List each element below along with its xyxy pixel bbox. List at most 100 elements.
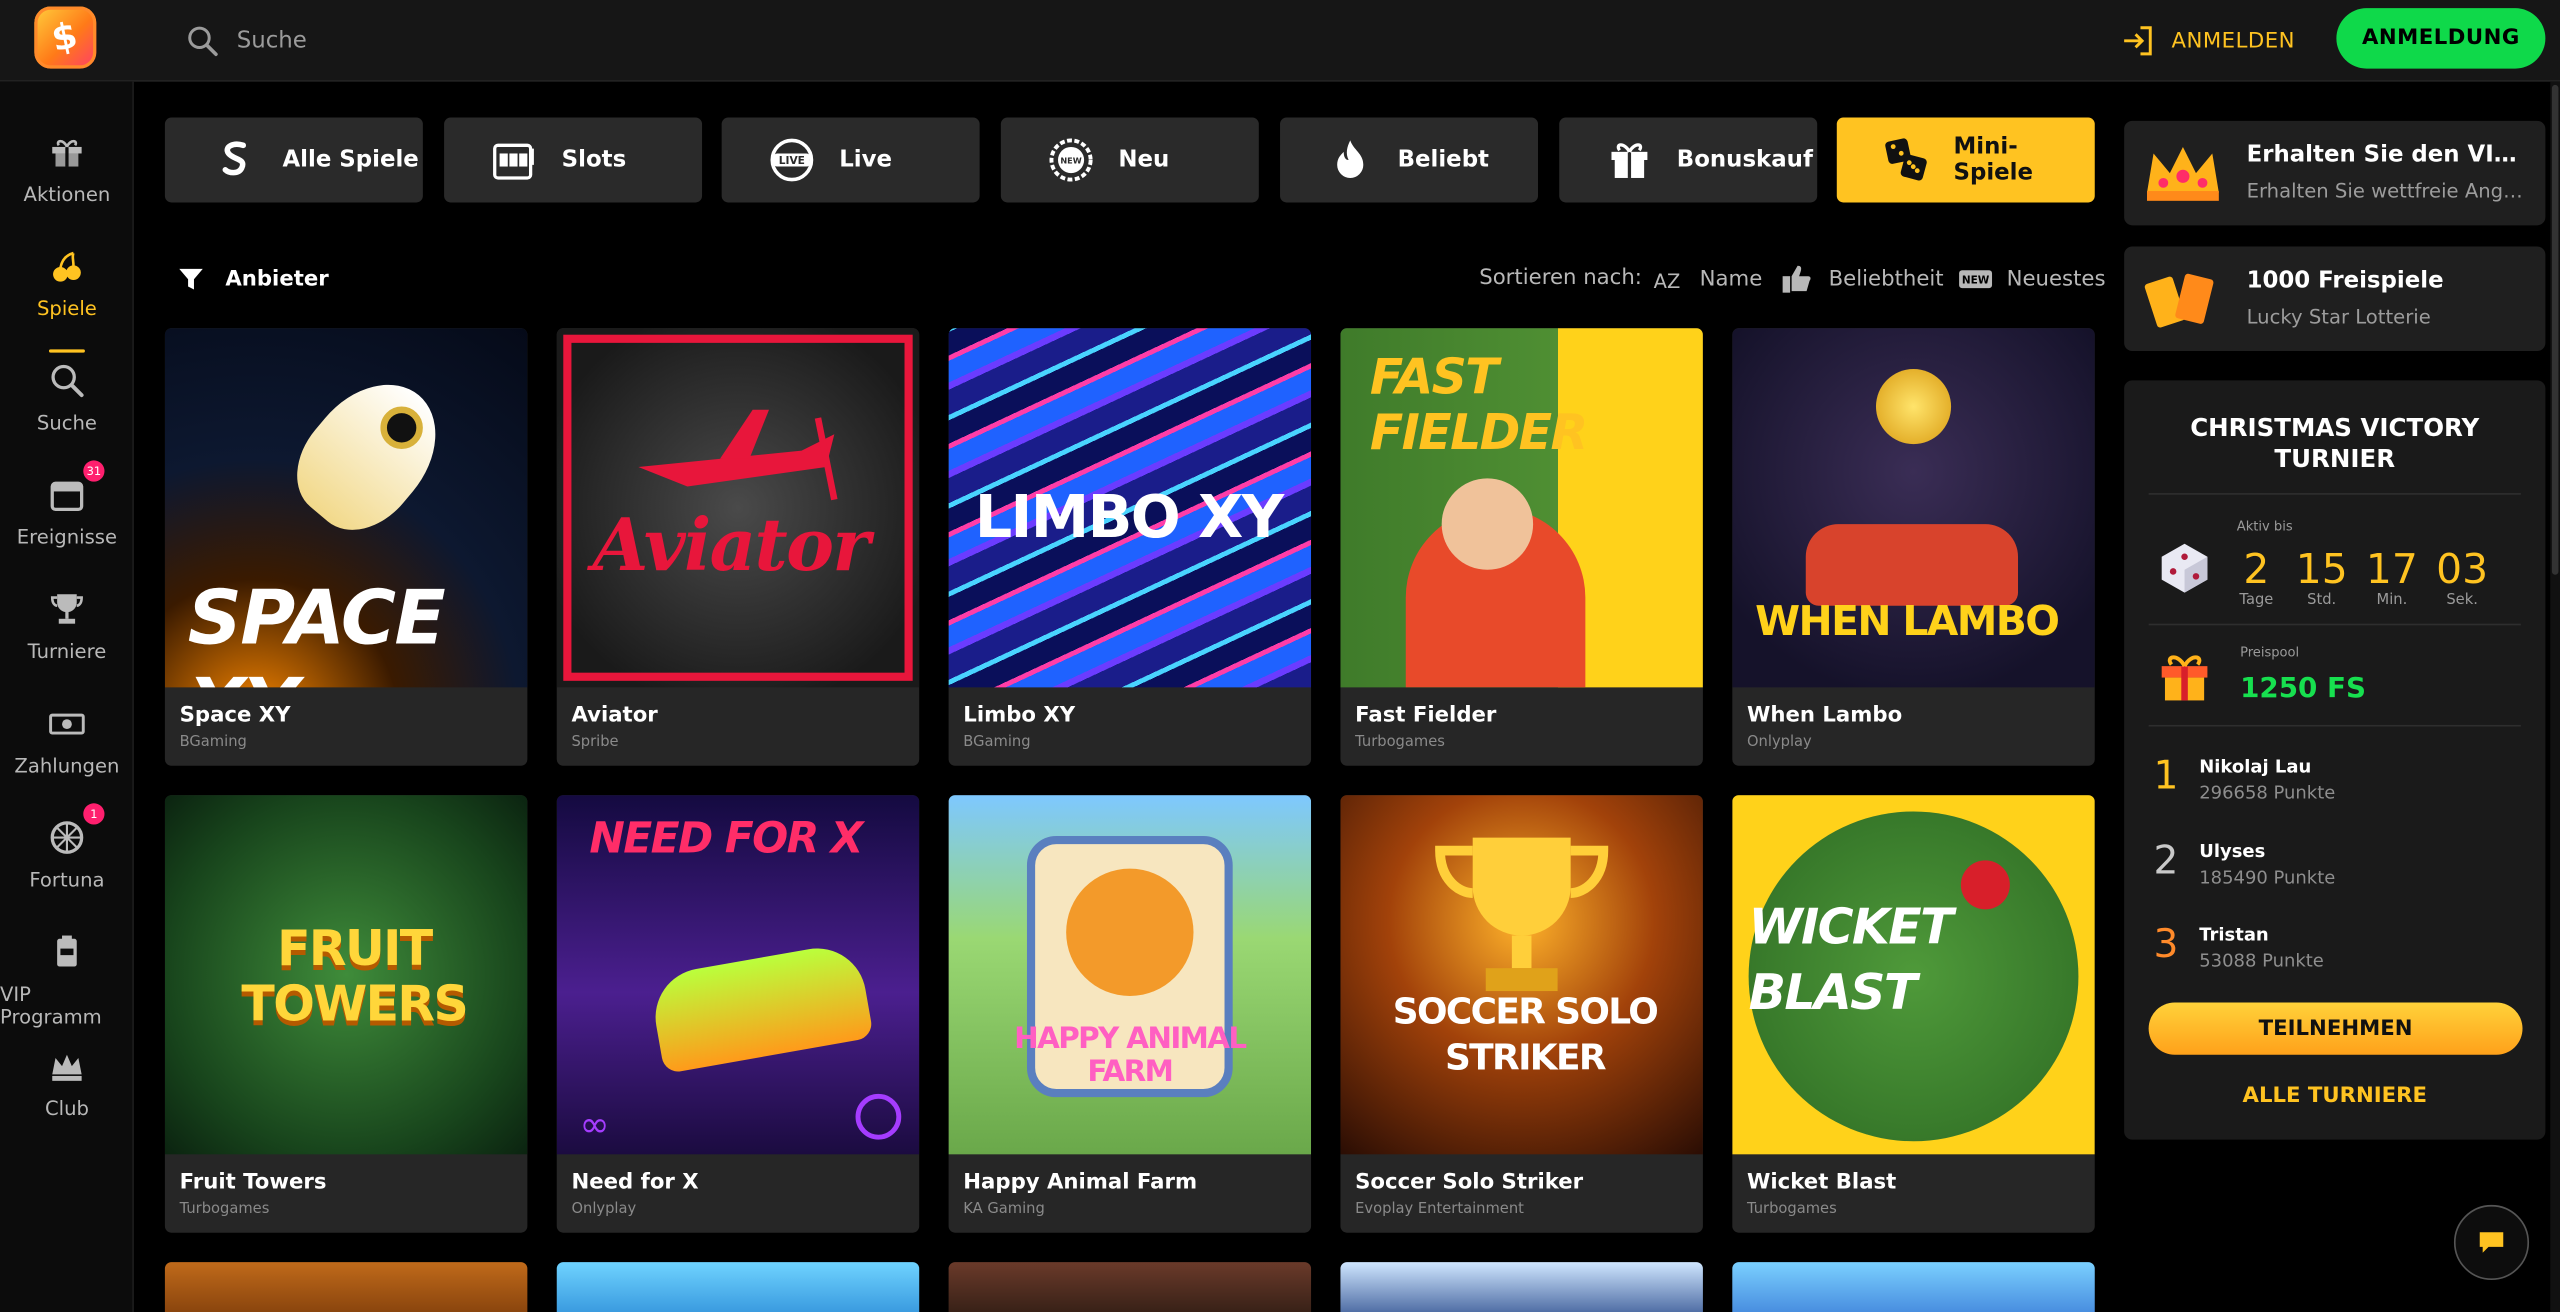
game-card-soccer-solo-striker[interactable]: SOCCER SOLO STRIKER Soccer Solo Striker … [1340,795,1703,1233]
game-art-title: FAST FIELDER [1369,349,1588,463]
chat-button[interactable] [2453,1204,2530,1281]
sort-by-popularity[interactable]: Beliebtheit [1780,261,1944,297]
sidebar-item-label: Fortuna [29,868,105,892]
game-card-aviator[interactable]: Aviator Aviator Spribe [556,328,920,766]
promo-title: 1000 Freispiele [2246,267,2444,294]
tab-bonuskauf[interactable]: Bonuskauf [1559,117,1818,203]
sort-az-icon: AZ [1654,270,1681,293]
svg-text:NEW: NEW [1060,155,1081,165]
provider-filter[interactable]: Anbieter [176,264,329,293]
tab-beliebt[interactable]: Beliebt [1280,117,1539,203]
game-card-partial[interactable] [1340,1262,1703,1312]
tournament-panel: CHRISTMAS VICTORY TURNIER Aktiv bis 2 Tag… [2124,380,2546,1140]
countdown-minutes: 17 Min. [2365,545,2418,609]
sidebar-item-label: VIP Programm [0,982,102,1029]
game-name: Wicket Blast [1746,1170,1897,1196]
cherries-icon [53,251,81,282]
car-shape [647,940,874,1075]
tab-mini-spiele[interactable]: Mini-Spiele [1836,117,2095,203]
tiger-head [1066,868,1194,996]
game-card-need-for-x[interactable]: NEED FOR X ∞ Need for X Onlyplay [556,795,920,1233]
sidebar-item-suche[interactable]: Suche [0,359,134,457]
game-name: Limbo XY [963,703,1076,729]
rank-number: 2 [2153,837,2179,884]
sidebar-item-turniere[interactable]: Turniere [0,588,134,686]
promo-subtitle: Lucky Star Lotterie [2246,305,2431,329]
divider [2148,724,2521,727]
join-tournament-button[interactable]: TEILNEHMEN [2148,1002,2523,1055]
game-art-title: WHEN LAMBO [1755,597,2060,645]
sort-by-newest[interactable]: NEW Neuestes [1958,261,2106,297]
fire-icon [1337,140,1364,178]
tab-alle-spiele[interactable]: Alle Spiele [164,117,423,203]
sidebar-item-zahlungen[interactable]: Zahlungen [0,702,134,800]
rocket-shape [275,358,463,551]
sidebar-item-label: Club [44,1097,89,1121]
site-logo[interactable]: $ [34,6,97,69]
player-name: Tristan [2199,924,2269,946]
game-provider: BGaming [179,734,247,752]
game-art-title: NEED FOR X [589,814,863,864]
game-card-partial[interactable] [556,1262,920,1312]
game-card-fast-fielder[interactable]: FAST FIELDER Fast Fielder Turbogames [1340,328,1703,766]
login-label: ANMELDEN [2171,28,2295,54]
game-card-space-xy[interactable]: SPACE XY Space XY BGaming [164,328,528,766]
tab-label: Live [839,146,893,174]
sidebar-item-ereignisse[interactable]: 31 Ereignisse [0,460,134,571]
sidebar-item-label: Spiele [36,297,97,321]
sidebar-item-fortuna[interactable]: 1 Fortuna [0,803,134,914]
promo-vip[interactable]: Erhalten Sie den VIP-Status Erhalten Sie… [2124,120,2546,226]
game-card-partial[interactable] [948,1262,1312,1312]
game-provider: Turbogames [1746,1201,1837,1218]
sidebar-item-aktionen[interactable]: Aktionen [0,131,134,229]
scrollbar-thumb[interactable] [2551,84,2559,575]
notification-badge: 1 [83,803,105,825]
game-provider: KA Gaming [963,1201,1045,1218]
tab-label: Mini-Spiele [1953,133,2034,187]
casino-app: $ ANMELDEN ANMELDUNG Aktionen Spiele Suc… [0,0,2560,1312]
game-card-when-lambo[interactable]: WHEN LAMBO When Lambo Onlyplay [1732,328,2095,766]
player-points: 296658 Punkte [2199,782,2336,804]
tab-label: Alle Spiele [282,146,419,174]
game-card-happy-animal-farm[interactable]: HAPPY ANIMAL FARM Happy Animal Farm KA G… [948,795,1312,1233]
game-provider: Onlyplay [1746,734,1812,752]
login-button[interactable]: ANMELDEN [2119,20,2295,62]
register-button[interactable]: ANMELDUNG [2336,8,2546,69]
game-thumbnail: SPACE XY [164,328,528,688]
sidebar-item-label: Turniere [27,640,107,663]
game-card-partial[interactable] [1732,1262,2095,1312]
prize-pool-label: Preispool [2240,644,2300,660]
game-provider: Spribe [571,734,619,752]
game-card-partial[interactable] [164,1262,528,1312]
game-provider: Turbogames [179,1201,270,1218]
game-name: Happy Animal Farm [963,1170,1198,1196]
sidebar-item-spiele[interactable]: Spiele [0,245,134,353]
game-card-limbo-xy[interactable]: LIMBO XY Limbo XY BGaming [948,328,1312,766]
leaderboard-row: 2 Ulyses 185490 Punkte [2154,838,2530,903]
car-shape [1805,524,2019,606]
sort-by-name[interactable]: AZ Name [1651,261,1763,297]
search-bar[interactable] [184,20,674,62]
tab-live[interactable]: LIVE Live [721,117,980,203]
search-icon [51,364,84,398]
player-head [1441,478,1534,570]
tab-neu[interactable]: NEW Neu [1000,117,1259,203]
game-provider: Evoplay Entertainment [1355,1201,1524,1218]
game-provider: Turbogames [1355,734,1445,752]
sidebar-item-vip[interactable]: VIP Programm [0,931,134,1029]
gift-icon [2161,655,2208,701]
sidebar-item-club[interactable]: Club [0,1045,134,1143]
scrollbar[interactable] [2550,81,2560,1312]
all-tournaments-link[interactable]: ALLE TURNIERE [2124,1084,2545,1108]
game-card-fruit-towers[interactable]: FRUIT TOWERS Fruit Towers Turbogames [164,795,528,1233]
crown-icon [52,1054,82,1081]
search-input[interactable] [236,27,629,54]
game-card-wicket-blast[interactable]: WICKET BLAST Wicket Blast Turbogames [1732,795,2095,1233]
tab-slots[interactable]: Slots [444,117,703,203]
game-provider: BGaming [963,734,1031,752]
promo-freispiele[interactable]: 1000 Freispiele Lucky Star Lotterie [2124,246,2546,352]
trophy-icon [50,594,83,624]
cash-icon [49,713,85,735]
game-name: When Lambo [1746,703,1903,729]
rocket-window [380,406,423,449]
